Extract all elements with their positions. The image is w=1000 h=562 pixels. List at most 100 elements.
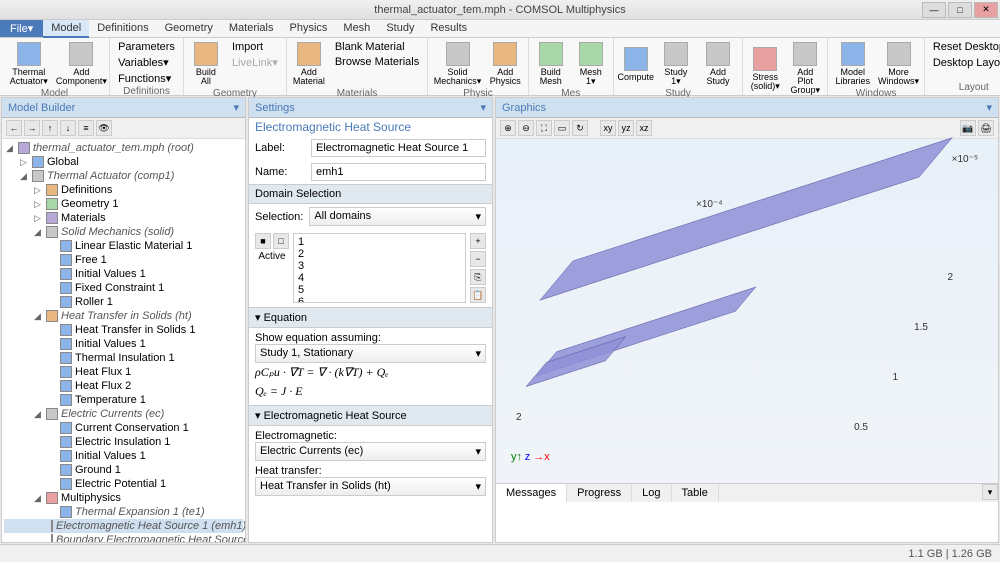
domain-copy-icon[interactable]: ⎘: [470, 269, 486, 285]
eye-icon[interactable]: 👁: [96, 120, 112, 136]
selection-dropdown[interactable]: All domains▾: [309, 207, 486, 226]
tree-node[interactable]: Ground 1: [4, 463, 243, 477]
menu-definitions[interactable]: Definitions: [89, 20, 156, 38]
minimize-button[interactable]: —: [922, 2, 946, 18]
domain-paste-icon[interactable]: 📋: [470, 287, 486, 303]
view-yz-icon[interactable]: yz: [618, 120, 634, 136]
tree-node[interactable]: Linear Elastic Material 1: [4, 239, 243, 253]
view-xy-icon[interactable]: xy: [600, 120, 616, 136]
tree-node[interactable]: ◢Multiphysics: [4, 491, 243, 505]
tab-log[interactable]: Log: [632, 484, 671, 502]
tree-node[interactable]: Electromagnetic Heat Source 1 (emh1): [4, 519, 243, 533]
tree-root[interactable]: ◢ thermal_actuator_tem.mph (root): [4, 141, 243, 155]
up-button[interactable]: ↑: [42, 120, 58, 136]
tree-node[interactable]: ▷Definitions: [4, 183, 243, 197]
add-material-button[interactable]: Add Material: [291, 40, 327, 88]
tree-node[interactable]: Heat Flux 1: [4, 365, 243, 379]
panel-menu-icon[interactable]: ▾: [982, 484, 998, 500]
livelink-menu[interactable]: LiveLink▾: [228, 55, 282, 70]
tree-node[interactable]: Current Conservation 1: [4, 421, 243, 435]
name-input[interactable]: [311, 163, 486, 181]
view-xz-icon[interactable]: xz: [636, 120, 652, 136]
study1-button[interactable]: Study 1▾: [658, 40, 694, 88]
desktop-layout-menu[interactable]: Desktop Layout▾: [929, 55, 1000, 70]
tree-node[interactable]: Electric Potential 1: [4, 477, 243, 491]
tree-node[interactable]: Thermal Expansion 1 (te1): [4, 505, 243, 519]
tab-messages[interactable]: Messages: [496, 484, 567, 502]
menu-study[interactable]: Study: [378, 20, 422, 38]
domain-remove-icon[interactable]: −: [470, 251, 486, 267]
tree-node[interactable]: Thermal Insulation 1: [4, 351, 243, 365]
label-input[interactable]: [311, 139, 486, 157]
tree-node[interactable]: ▷Global: [4, 155, 243, 169]
domain-item[interactable]: 2: [296, 248, 463, 260]
tree-node[interactable]: ◢Solid Mechanics (solid): [4, 225, 243, 239]
tree-node[interactable]: Boundary Electromagnetic Heat Source 1 (…: [4, 533, 243, 542]
thermal-actuator-button[interactable]: Thermal Actuator▾: [4, 40, 54, 88]
file-menu[interactable]: File▾: [0, 20, 43, 37]
tree-node[interactable]: Temperature 1: [4, 393, 243, 407]
tree-node[interactable]: Initial Values 1: [4, 449, 243, 463]
tree-node[interactable]: ▷Materials: [4, 211, 243, 225]
menu-physics[interactable]: Physics: [282, 20, 336, 38]
blank-material-menu[interactable]: Blank Material: [331, 40, 423, 54]
tree-node[interactable]: Fixed Constraint 1: [4, 281, 243, 295]
active-toggle[interactable]: ■: [255, 233, 271, 249]
tree-node[interactable]: ◢Electric Currents (ec): [4, 407, 243, 421]
parameters-menu[interactable]: Parameters: [114, 40, 179, 54]
tree-node[interactable]: Free 1: [4, 253, 243, 267]
close-button[interactable]: ✕: [974, 2, 998, 18]
browse-materials-menu[interactable]: Browse Materials: [331, 55, 423, 69]
tree-node[interactable]: ◢Thermal Actuator (comp1): [4, 169, 243, 183]
study-dropdown[interactable]: Study 1, Stationary▾: [255, 344, 486, 363]
graphics-canvas[interactable]: ×10⁻⁴ ×10⁻⁵ 0.5 1 1.5 2 2 y↑ z →x: [496, 139, 998, 483]
show-button[interactable]: ≡: [78, 120, 94, 136]
tree-node[interactable]: Heat Flux 2: [4, 379, 243, 393]
domain-item[interactable]: 3: [296, 260, 463, 272]
tree-node[interactable]: ◢Heat Transfer in Solids (ht): [4, 309, 243, 323]
mesh1-button[interactable]: Mesh 1▾: [573, 40, 609, 88]
stress-button[interactable]: Stress (solid)▾: [747, 40, 783, 97]
add-component-button[interactable]: Add Component▾: [58, 40, 105, 88]
functions-menu[interactable]: Functions▾: [114, 71, 179, 86]
domain-add-icon[interactable]: +: [470, 233, 486, 249]
add-study-button[interactable]: Add Study: [698, 40, 738, 88]
domain-item[interactable]: 4: [296, 272, 463, 284]
forward-button[interactable]: →: [24, 120, 40, 136]
build-mesh-button[interactable]: Build Mesh: [533, 40, 569, 88]
equation-section[interactable]: ▾ Equation: [249, 307, 492, 328]
menu-model[interactable]: Model: [43, 20, 89, 38]
emhs-section[interactable]: ▾ Electromagnetic Heat Source: [249, 405, 492, 426]
down-button[interactable]: ↓: [60, 120, 76, 136]
add-plot-group-button[interactable]: Add Plot Group▾: [787, 40, 823, 97]
domain-list[interactable]: 1234567: [293, 233, 466, 303]
zoom-extents-icon[interactable]: ⛶: [536, 120, 552, 136]
tree-node[interactable]: Electric Insulation 1: [4, 435, 243, 449]
build-all-button[interactable]: Build All: [188, 40, 224, 88]
maximize-button[interactable]: □: [948, 2, 972, 18]
menu-mesh[interactable]: Mesh: [335, 20, 378, 38]
panel-pin-icon[interactable]: ▾: [480, 101, 486, 114]
tab-progress[interactable]: Progress: [567, 484, 632, 502]
reset-desktop-menu[interactable]: Reset Desktop: [929, 40, 1000, 54]
variables-menu[interactable]: Variables▾: [114, 55, 179, 70]
tree-node[interactable]: Roller 1: [4, 295, 243, 309]
menu-geometry[interactable]: Geometry: [157, 20, 221, 38]
compute-button[interactable]: Compute: [618, 40, 654, 88]
zoom-out-icon[interactable]: ⊖: [518, 120, 534, 136]
menu-results[interactable]: Results: [422, 20, 475, 38]
rotate-icon[interactable]: ↻: [572, 120, 588, 136]
panel-pin-icon[interactable]: ▾: [233, 101, 239, 114]
import-menu[interactable]: Import: [228, 40, 282, 54]
tree-node[interactable]: Heat Transfer in Solids 1: [4, 323, 243, 337]
zoom-box-icon[interactable]: ▭: [554, 120, 570, 136]
domain-item[interactable]: 5: [296, 284, 463, 296]
model-libraries-button[interactable]: Model Libraries: [832, 40, 873, 88]
domain-selection-section[interactable]: Domain Selection: [249, 184, 492, 204]
domain-item[interactable]: 6: [296, 296, 463, 303]
solid-mechanics-button[interactable]: Solid Mechanics▾: [432, 40, 483, 88]
menu-materials[interactable]: Materials: [221, 20, 282, 38]
add-physics-button[interactable]: Add Physics: [487, 40, 524, 88]
more-windows-button[interactable]: More Windows▾: [877, 40, 920, 88]
print-icon[interactable]: 🖨: [978, 120, 994, 136]
